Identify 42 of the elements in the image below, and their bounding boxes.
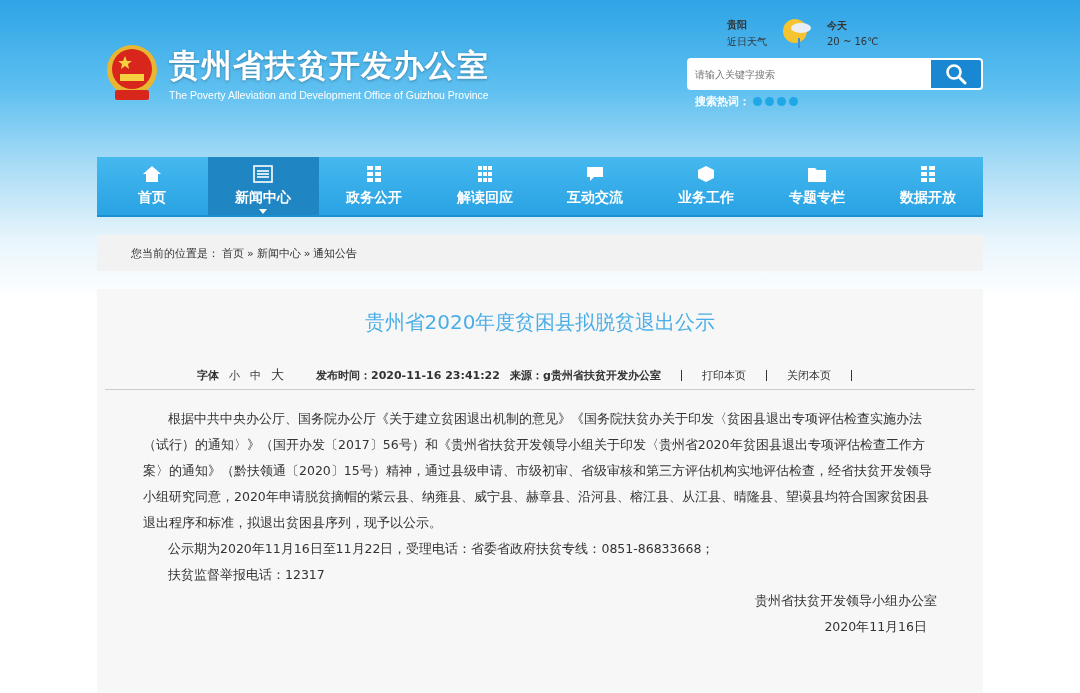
article-title: 贵州省2020年度贫困县拟脱贫退出公示: [363, 309, 717, 336]
font-size-label: 字体: [197, 367, 219, 383]
weather-city: 贵阳: [727, 17, 748, 32]
breadcrumb-separator: »: [303, 246, 311, 260]
action-link[interactable]: 关闭本页: [786, 367, 831, 383]
sun-cloud-icon: [781, 16, 813, 50]
chat-bubble-icon: [585, 165, 606, 183]
article-paragraph: 根据中共中央办公厅、国务院办公厅《关于建立贫困退出机制的意见》《国务院扶贫办关于印发〈贫困县退出专项评估检查实施办法（试行）的通知〉》（国开办发〔2017〕56号）和《贵州省扶贫开发领导小组关于印发〈贵州省2020年贫困县退出专项评估检查工作方案〉的通知》（黔扶领通〔2020〕15号）精神，通过县级申请、市级初审、省级审核和第三方评估机构实地评估检查，经省扶贫开发领导小组研究同意，2020年申请脱贫摘帽的紫云县、纳雍县、威宁县、赫章县、沿河县、榕江县、从江县、晴隆县、望谟县均符合国家贫困县退出程序和标准，拟退出贫困县序列，现予以公示。: [143, 410, 933, 532]
site-subtitle: The Poverty Alleviation and Development Office of Guizhou Province: [169, 89, 489, 101]
search-field[interactable]: 请输入关键字搜索: [687, 58, 931, 90]
hot-words-label: 搜索热词：: [695, 94, 750, 109]
home-icon: [142, 165, 163, 183]
hot-word-dot: [753, 97, 762, 106]
signature: 贵州省扶贫开发领导小组办公室: [754, 592, 937, 610]
hot-word-dot: [765, 97, 774, 106]
font-size-link[interactable]: 大: [271, 366, 284, 384]
search-button[interactable]: [931, 58, 983, 90]
list-icon: [253, 165, 274, 183]
hot-word-dot: [777, 97, 786, 106]
weather-day: 今天: [827, 19, 879, 33]
breadcrumb-link[interactable]: 新闻中心: [256, 245, 301, 261]
article-source: 来源：g贵州省扶贫开发办公室: [509, 367, 661, 383]
article-paragraph: 公示期为2020年11月16日至11月22日，受理电话：省委省政府扶贫专线：0851-86833668；: [167, 540, 716, 558]
search-icon: [945, 63, 967, 85]
folder-icon: [806, 165, 827, 183]
caret-icon: [259, 209, 268, 214]
signature-date: 2020年11月16日: [823, 618, 927, 636]
nav-tab[interactable]: 新闻中心: [207, 157, 319, 215]
breadcrumb-separator: »: [247, 246, 254, 260]
font-size-link[interactable]: 小: [229, 367, 240, 383]
weather-label: 近日天气: [727, 34, 767, 49]
breadcrumb-prefix: 您当前的位置是：: [131, 245, 219, 261]
temperature: 20 ~ 16℃: [827, 36, 879, 47]
font-size-link[interactable]: 中: [250, 367, 261, 383]
breadcrumb-link[interactable]: 通知公告: [313, 245, 358, 261]
publish-time: 发布时间：2020-11-16 23:41:22: [316, 367, 500, 383]
emblem-icon: [105, 44, 159, 102]
article-paragraph: 扶贫监督举报电话：12317: [167, 566, 326, 584]
hot-word-dot: [789, 97, 798, 106]
site-title: 贵州省扶贫开发办公室: [169, 46, 489, 85]
breadcrumb-link[interactable]: 首页: [222, 245, 244, 261]
action-link[interactable]: 打印本页: [701, 367, 746, 383]
